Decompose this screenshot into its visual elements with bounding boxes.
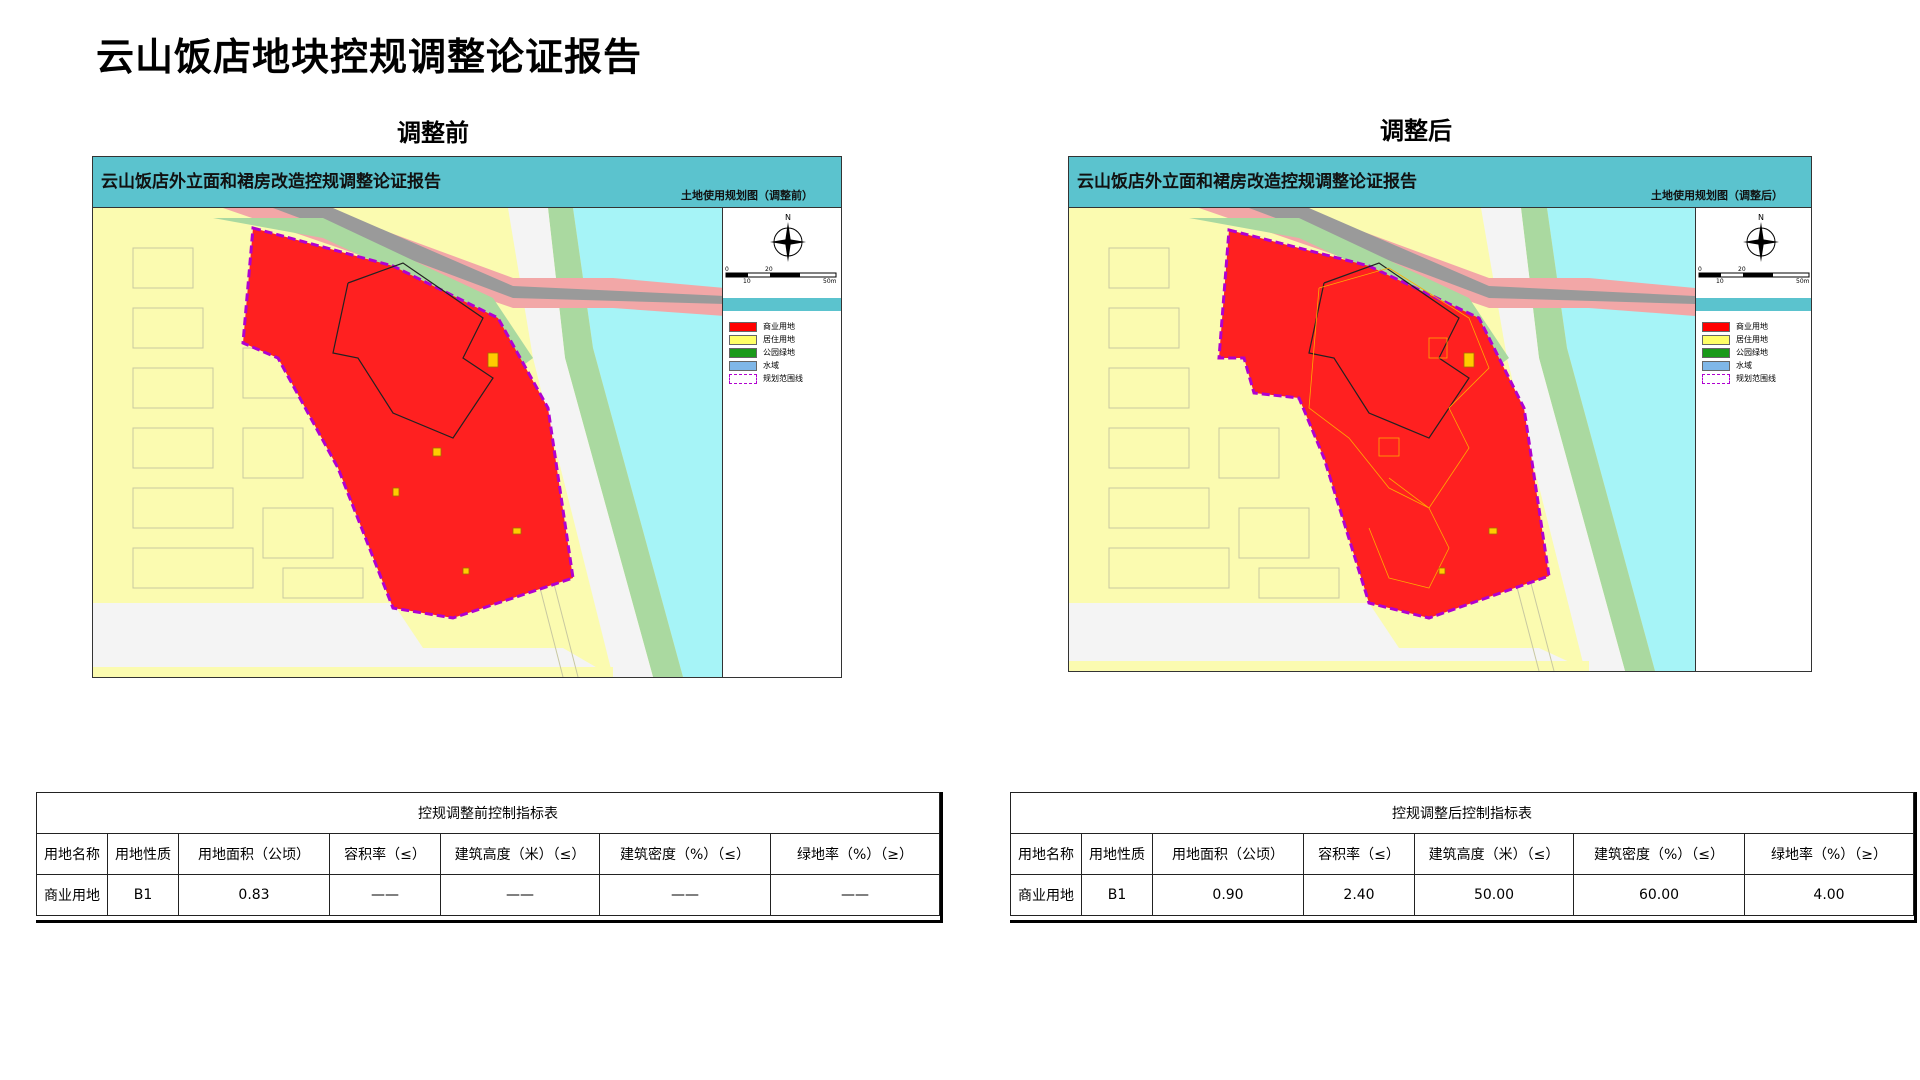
th-height: 建筑高度（米）（≤） xyxy=(1414,833,1574,875)
th-area: 用地面积（公顷） xyxy=(178,833,330,875)
legend-item: 规划范围线 xyxy=(1702,372,1776,385)
legend-item: 水域 xyxy=(729,359,803,372)
legend-label: 规划范围线 xyxy=(1736,374,1776,383)
cell: 50.00 xyxy=(1414,874,1574,916)
legend-item: 商业用地 xyxy=(729,320,803,333)
after-index-table: 控规调整后控制指标表 用地名称 用地性质 用地面积（公顷） 容积率（≤） 建筑高… xyxy=(1010,792,1914,916)
before-legend: N 0 20 10 50m 商业用地 居住用地 公园绿地 水域 规划范围线 xyxy=(722,208,841,677)
cell: —— xyxy=(770,874,940,916)
legend-item: 公园绿地 xyxy=(729,346,803,359)
after-map-title: 云山饭店外立面和裙房改造控规调整论证报告 xyxy=(1077,172,1417,192)
th-green: 绿地率（%）（≥） xyxy=(770,833,940,875)
legend-label: 水域 xyxy=(763,361,779,370)
before-map-frame: 云山饭店外立面和裙房改造控规调整论证报告 土地使用规划图（调整前） N 0 20… xyxy=(84,146,846,684)
after-map-frame: 云山饭店外立面和裙房改造控规调整论证报告 土地使用规划图（调整后） N 0 20… xyxy=(1060,146,1816,680)
cell: B1 xyxy=(107,874,179,916)
cell: 2.40 xyxy=(1303,874,1415,916)
page-title: 云山饭店地块控规调整论证报告 xyxy=(96,35,643,79)
legend-item: 公园绿地 xyxy=(1702,346,1776,359)
th-land-type: 用地性质 xyxy=(1081,833,1153,875)
after-legend-list: 商业用地 居住用地 公园绿地 水域 规划范围线 xyxy=(1702,320,1776,385)
th-far: 容积率（≤） xyxy=(329,833,441,875)
cell: 商业用地 xyxy=(36,874,108,916)
legend-label: 水域 xyxy=(1736,361,1752,370)
after-map: 云山饭店外立面和裙房改造控规调整论证报告 土地使用规划图（调整后） N 0 20… xyxy=(1068,156,1812,672)
compass-label: N xyxy=(785,213,791,222)
th-land-name: 用地名称 xyxy=(1010,833,1082,875)
scale-bottom-1: 50m xyxy=(823,278,837,284)
compass-icon: N xyxy=(1743,213,1779,262)
cell: —— xyxy=(440,874,600,916)
th-far: 容积率（≤） xyxy=(1303,833,1415,875)
legend-label: 商业用地 xyxy=(1736,322,1768,331)
cell: —— xyxy=(329,874,441,916)
before-map-subtitle: 土地使用规划图（调整前） xyxy=(681,189,813,202)
before-legend-list: 商业用地 居住用地 公园绿地 水域 规划范围线 xyxy=(729,320,803,385)
before-table-caption: 控规调整前控制指标表 xyxy=(36,792,940,834)
th-density: 建筑密度（%）（≤） xyxy=(1573,833,1745,875)
th-green: 绿地率（%）（≥） xyxy=(1744,833,1914,875)
after-table-caption: 控规调整后控制指标表 xyxy=(1010,792,1914,834)
cell: —— xyxy=(599,874,771,916)
legend-label: 居住用地 xyxy=(763,335,795,344)
cell: 0.83 xyxy=(178,874,330,916)
legend-item: 规划范围线 xyxy=(729,372,803,385)
cell: 0.90 xyxy=(1152,874,1304,916)
cell: B1 xyxy=(1081,874,1153,916)
legend-item: 居住用地 xyxy=(729,333,803,346)
legend-band xyxy=(723,298,841,311)
before-index-table: 控规调整前控制指标表 用地名称 用地性质 用地面积（公顷） 容积率（≤） 建筑高… xyxy=(36,792,940,916)
cell: 商业用地 xyxy=(1010,874,1082,916)
legend-item: 居住用地 xyxy=(1702,333,1776,346)
scale-bar: 0 20 10 50m xyxy=(1698,266,1810,284)
th-land-type: 用地性质 xyxy=(107,833,179,875)
before-land-use-map xyxy=(93,208,725,677)
after-land-use-map xyxy=(1069,208,1695,671)
th-land-name: 用地名称 xyxy=(36,833,108,875)
after-table-wrap: 控规调整后控制指标表 用地名称 用地性质 用地面积（公顷） 容积率（≤） 建筑高… xyxy=(1010,792,1917,923)
legend-label: 公园绿地 xyxy=(1736,348,1768,357)
before-heading: 调整前 xyxy=(397,119,469,147)
scale-top-0: 0 xyxy=(1698,266,1702,273)
scale-bar: 0 20 10 50m xyxy=(725,266,837,284)
before-map-title: 云山饭店外立面和裙房改造控规调整论证报告 xyxy=(101,172,441,192)
th-density: 建筑密度（%）（≤） xyxy=(599,833,771,875)
th-height: 建筑高度（米）（≤） xyxy=(440,833,600,875)
legend-label: 公园绿地 xyxy=(763,348,795,357)
after-map-header: 云山饭店外立面和裙房改造控规调整论证报告 土地使用规划图（调整后） xyxy=(1069,157,1811,208)
after-legend: N 0 20 10 50m 商业用地 居住用地 公园绿地 水域 规划范围线 xyxy=(1695,208,1811,671)
legend-band xyxy=(1696,298,1811,311)
th-area: 用地面积（公顷） xyxy=(1152,833,1304,875)
legend-label: 规划范围线 xyxy=(763,374,803,383)
cell: 4.00 xyxy=(1744,874,1914,916)
cell: 60.00 xyxy=(1573,874,1745,916)
scale-top-1: 20 xyxy=(1738,266,1746,273)
compass-icon: N xyxy=(770,213,806,262)
legend-label: 商业用地 xyxy=(763,322,795,331)
compass-label: N xyxy=(1758,213,1764,222)
legend-label: 居住用地 xyxy=(1736,335,1768,344)
table-row: 商业用地 B1 0.90 2.40 50.00 60.00 4.00 xyxy=(1010,874,1914,916)
before-map: 云山饭店外立面和裙房改造控规调整论证报告 土地使用规划图（调整前） N 0 20… xyxy=(92,156,842,678)
scale-bottom-0: 10 xyxy=(1716,278,1724,284)
before-table-wrap: 控规调整前控制指标表 用地名称 用地性质 用地面积（公顷） 容积率（≤） 建筑高… xyxy=(36,792,943,923)
after-map-subtitle: 土地使用规划图（调整后） xyxy=(1651,189,1783,202)
scale-top-0: 0 xyxy=(725,266,729,273)
scale-top-1: 20 xyxy=(765,266,773,273)
table-row: 商业用地 B1 0.83 —— —— —— —— xyxy=(36,874,940,916)
after-heading: 调整后 xyxy=(1380,117,1452,145)
scale-bottom-1: 50m xyxy=(1796,278,1810,284)
legend-item: 水域 xyxy=(1702,359,1776,372)
before-map-header: 云山饭店外立面和裙房改造控规调整论证报告 土地使用规划图（调整前） xyxy=(93,157,841,208)
scale-bottom-0: 10 xyxy=(743,278,751,284)
legend-item: 商业用地 xyxy=(1702,320,1776,333)
